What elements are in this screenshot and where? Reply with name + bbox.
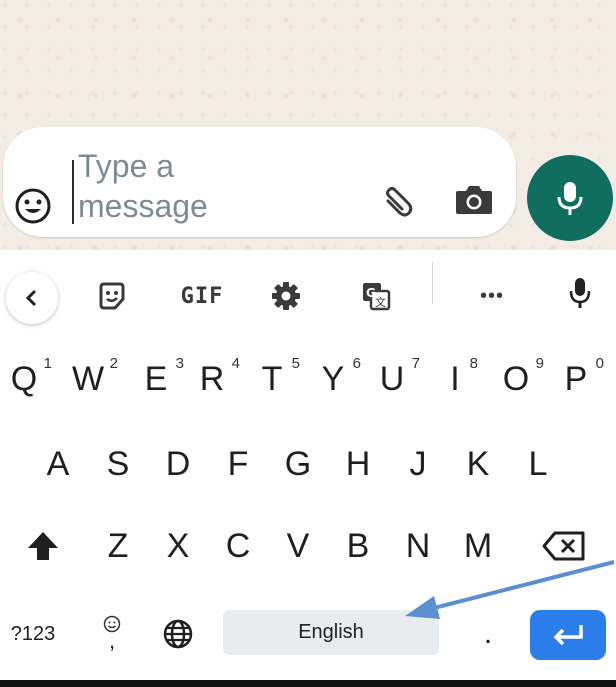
comma-label: , — [108, 628, 116, 653]
sticker-button[interactable] — [88, 272, 136, 320]
key-hint: 4 — [231, 355, 240, 372]
key-x[interactable]: X — [156, 524, 200, 568]
attach-button[interactable] — [378, 181, 418, 221]
keyboard-settings-button[interactable] — [262, 272, 310, 320]
backspace-key[interactable] — [536, 524, 592, 568]
backspace-icon — [542, 531, 585, 561]
key-hint: 2 — [109, 355, 118, 372]
key-j[interactable]: J — [396, 442, 440, 486]
key-h[interactable]: H — [336, 442, 380, 486]
key-t[interactable]: T5 — [252, 355, 300, 401]
key-hint: 7 — [411, 355, 420, 372]
placeholder-line-1: Type a — [78, 148, 175, 184]
chevron-left-icon — [25, 289, 37, 307]
mic-icon — [569, 278, 591, 308]
key-i[interactable]: I8 — [440, 355, 478, 401]
key-k[interactable]: K — [456, 442, 500, 486]
mic-icon — [557, 182, 583, 215]
key-u[interactable]: U7 — [372, 355, 420, 401]
key-r[interactable]: R4 — [192, 355, 240, 401]
key-p[interactable]: P0 — [556, 355, 604, 401]
enter-key[interactable] — [530, 610, 606, 660]
gear-icon — [272, 282, 300, 310]
text-caret — [72, 160, 74, 224]
key-hint: 8 — [469, 355, 478, 372]
smiley-icon — [15, 188, 51, 224]
key-label: O — [502, 359, 530, 398]
key-c[interactable]: C — [216, 524, 260, 568]
camera-icon — [456, 186, 492, 214]
key-hint: 3 — [175, 355, 184, 372]
translate-icon: G 文 — [363, 283, 391, 311]
period-key[interactable]: . — [468, 612, 508, 656]
key-g[interactable]: G — [276, 442, 320, 486]
camera-button[interactable] — [452, 179, 496, 219]
key-label: W — [71, 359, 105, 398]
key-label: Y — [321, 359, 345, 398]
key-m[interactable]: M — [456, 524, 500, 568]
key-label: U — [379, 359, 405, 398]
key-hint: 5 — [291, 355, 300, 372]
key-w[interactable]: W2 — [66, 355, 118, 401]
paperclip-icon — [386, 187, 413, 217]
key-label: R — [199, 359, 225, 398]
voice-typing-button[interactable] — [556, 266, 604, 320]
key-f[interactable]: F — [216, 442, 260, 486]
key-hint: 9 — [535, 355, 544, 372]
key-b[interactable]: B — [336, 524, 380, 568]
emoji-button[interactable] — [13, 186, 53, 226]
key-z[interactable]: Z — [96, 524, 140, 568]
key-e[interactable]: E3 — [136, 355, 184, 401]
sticker-icon — [99, 282, 125, 310]
gif-label: GIF — [180, 283, 224, 309]
key-o[interactable]: O9 — [496, 355, 544, 401]
translate-button[interactable]: G 文 — [352, 272, 400, 320]
key-v[interactable]: V — [276, 524, 320, 568]
key-hint: 0 — [595, 355, 604, 372]
toolbar-back-button[interactable] — [6, 272, 58, 324]
toolbar-divider — [432, 262, 433, 304]
gif-button[interactable]: GIF — [172, 272, 232, 320]
key-label: Q — [10, 359, 38, 398]
key-s[interactable]: S — [96, 442, 140, 486]
language-key[interactable] — [156, 612, 200, 656]
voice-message-button[interactable] — [527, 155, 613, 241]
shift-icon — [28, 532, 58, 560]
key-label: I — [450, 359, 460, 398]
key-hint: 1 — [43, 355, 52, 372]
shift-key[interactable] — [18, 524, 68, 568]
symbols-key[interactable]: ?123 — [2, 612, 64, 656]
space-bar[interactable]: English — [223, 610, 439, 655]
more-options-button[interactable]: ••• — [462, 272, 522, 320]
emoji-comma-key[interactable]: , — [94, 604, 130, 660]
key-label: T — [261, 359, 283, 398]
key-hint: 6 — [352, 355, 361, 372]
key-label: P — [564, 359, 588, 398]
key-d[interactable]: D — [156, 442, 200, 486]
key-label: E — [144, 359, 168, 398]
message-input[interactable]: Type a message — [78, 146, 348, 226]
navigation-bar — [0, 680, 616, 687]
key-a[interactable]: A — [36, 442, 80, 486]
key-l[interactable]: L — [516, 442, 560, 486]
globe-icon — [163, 619, 193, 649]
key-q[interactable]: Q1 — [4, 355, 52, 401]
key-y[interactable]: Y6 — [313, 355, 361, 401]
key-n[interactable]: N — [396, 524, 440, 568]
enter-icon — [553, 625, 583, 646]
svg-text:文: 文 — [375, 295, 386, 309]
placeholder-line-2: message — [78, 188, 208, 224]
